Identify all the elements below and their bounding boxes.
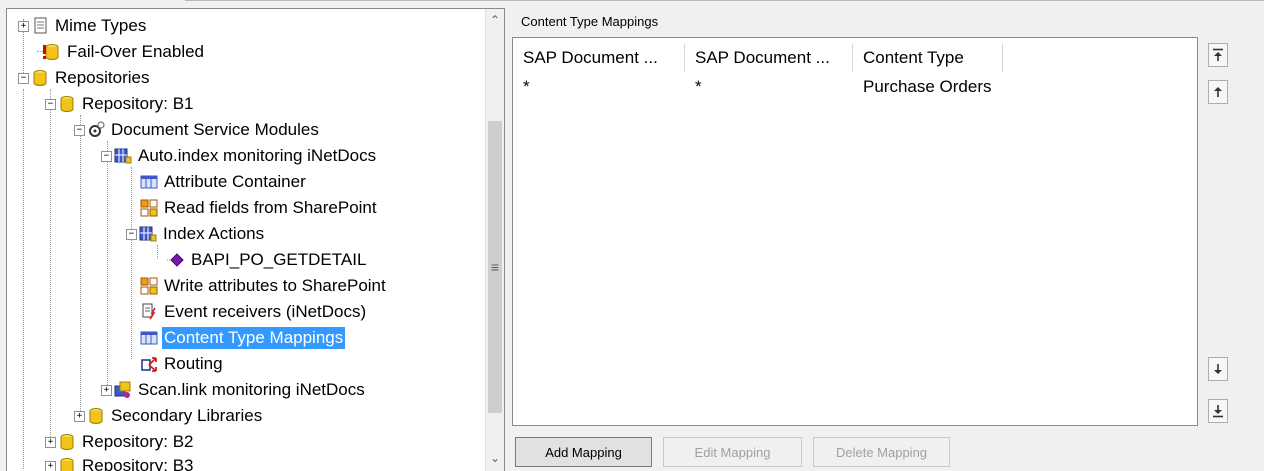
configuration-tree[interactable]: + Mime Types Fail-Over Enabled − Reposit… <box>6 8 505 471</box>
tree-item-repository-b2[interactable]: + Repository: B2 <box>45 429 196 455</box>
tree-item-secondary-libraries[interactable]: + Secondary Libraries <box>74 403 264 429</box>
tree-connector <box>80 115 81 415</box>
database-icon <box>58 95 76 113</box>
move-down-icon <box>1212 362 1224 376</box>
table-icon <box>140 329 158 347</box>
tree-item-document-service-modules[interactable]: − Document Service Modules <box>74 117 321 143</box>
tree-item-repository-b3[interactable]: + Repository: B3 <box>45 453 196 471</box>
expand-icon[interactable]: + <box>45 461 56 471</box>
collapse-icon[interactable]: − <box>74 125 85 136</box>
field-mapping-icon <box>140 277 158 295</box>
tree-item-label: Read fields from SharePoint <box>162 197 379 219</box>
database-icon <box>31 69 49 87</box>
tree-item-label: Secondary Libraries <box>109 405 264 427</box>
expand-icon[interactable]: + <box>18 21 29 32</box>
table-cell: Purchase Orders <box>853 76 992 98</box>
database-icon <box>87 407 105 425</box>
tree-item-repositories[interactable]: − Repositories <box>18 65 152 91</box>
expand-icon[interactable]: + <box>101 385 112 396</box>
move-up-icon <box>1212 85 1224 99</box>
column-header[interactable]: Content Type <box>853 44 1003 72</box>
table-icon <box>140 173 158 191</box>
tree-connector <box>23 89 24 469</box>
tree-item-read-fields[interactable]: Read fields from SharePoint <box>140 195 379 221</box>
database-icon <box>58 457 76 471</box>
column-header[interactable]: SAP Document ... <box>513 44 685 72</box>
scrollbar-grip-icon: ≡ <box>486 259 504 275</box>
tree-connector <box>157 245 158 259</box>
tree-item-label: Document Service Modules <box>109 119 321 141</box>
module-icon <box>139 225 157 243</box>
routing-icon <box>140 355 158 373</box>
database-warning-icon <box>43 43 61 61</box>
tree-item-label: Routing <box>162 353 225 375</box>
document-icon <box>31 17 49 35</box>
tree-item-fail-over-enabled[interactable]: Fail-Over Enabled <box>32 39 206 65</box>
table-cell: * <box>513 76 530 98</box>
tree-connector <box>131 167 132 359</box>
edit-mapping-button[interactable]: Edit Mapping <box>663 437 802 467</box>
tree-item-mime-types[interactable]: + Mime Types <box>18 13 148 39</box>
move-down-button[interactable] <box>1208 357 1228 381</box>
move-to-bottom-button[interactable] <box>1208 399 1228 423</box>
move-to-top-icon <box>1212 48 1224 62</box>
tree-item-attribute-container[interactable]: Attribute Container <box>140 169 308 195</box>
tree-item-label: Mime Types <box>53 15 148 37</box>
delete-mapping-button[interactable]: Delete Mapping <box>813 437 950 467</box>
tree-item-label: Repository: B3 <box>80 455 196 471</box>
field-mapping-icon <box>140 199 158 217</box>
module-icon <box>114 147 132 165</box>
collapse-icon[interactable]: − <box>18 73 29 84</box>
window-top-border <box>185 0 1264 1</box>
move-up-button[interactable] <box>1208 80 1228 104</box>
column-header[interactable]: SAP Document ... <box>685 44 853 72</box>
event-receiver-icon <box>140 303 158 321</box>
tree-item-label: Content Type Mappings <box>162 327 345 349</box>
tree-connector <box>107 141 108 385</box>
tree-item-repository-b1[interactable]: − Repository: B1 <box>45 91 196 117</box>
tree-item-label: Repository: B1 <box>80 93 196 115</box>
database-icon <box>58 433 76 451</box>
tree-connector <box>50 89 51 441</box>
scroll-down-arrow-icon[interactable]: ⌄ <box>486 449 504 467</box>
tree-item-scan-link-monitoring[interactable]: + Scan.link monitoring iNetDocs <box>101 377 367 403</box>
tree-item-label: Index Actions <box>161 223 266 245</box>
group-title: Content Type Mappings <box>521 14 658 29</box>
scan-module-icon <box>114 381 132 399</box>
tree-item-event-receivers[interactable]: Event receivers (iNetDocs) <box>140 299 368 325</box>
collapse-icon[interactable]: − <box>45 99 56 110</box>
tree-item-label: Attribute Container <box>162 171 308 193</box>
collapse-icon[interactable]: − <box>101 151 112 162</box>
tree-item-label: Event receivers (iNetDocs) <box>162 301 368 323</box>
bapi-icon <box>167 251 185 269</box>
table-cell: * <box>685 76 702 98</box>
tree-item-label: BAPI_PO_GETDETAIL <box>189 249 368 271</box>
scroll-up-arrow-icon[interactable]: ⌃ <box>486 11 504 29</box>
expand-icon[interactable]: + <box>45 437 56 448</box>
move-to-top-button[interactable] <box>1208 43 1228 67</box>
tree-item-auto-index-monitoring[interactable]: − Auto.index monitoring iNetDocs <box>101 143 378 169</box>
tree-item-routing[interactable]: Routing <box>140 351 225 377</box>
tree-item-bapi-po-getdetail[interactable]: BAPI_PO_GETDETAIL <box>167 247 368 273</box>
collapse-icon[interactable]: − <box>126 229 137 240</box>
tree-item-label: Write attributes to SharePoint <box>162 275 388 297</box>
move-to-bottom-icon <box>1212 404 1224 418</box>
gear-link-icon <box>87 121 105 139</box>
expand-icon[interactable]: + <box>74 411 85 422</box>
tree-item-label: Fail-Over Enabled <box>65 41 206 63</box>
tree-item-label: Scan.link monitoring iNetDocs <box>136 379 367 401</box>
tree-item-label: Repository: B2 <box>80 431 196 453</box>
tree-item-label: Repositories <box>53 67 152 89</box>
mappings-grid[interactable]: SAP Document ... SAP Document ... Conten… <box>512 37 1198 426</box>
tree-item-label: Auto.index monitoring iNetDocs <box>136 145 378 167</box>
tree-item-content-type-mappings[interactable]: Content Type Mappings <box>140 325 345 351</box>
add-mapping-button[interactable]: Add Mapping <box>515 437 652 467</box>
tree-item-index-actions[interactable]: − Index Actions <box>126 221 266 247</box>
tree-scrollbar[interactable]: ⌃ ≡ ⌄ <box>485 9 504 471</box>
tree-item-write-attributes[interactable]: Write attributes to SharePoint <box>140 273 388 299</box>
